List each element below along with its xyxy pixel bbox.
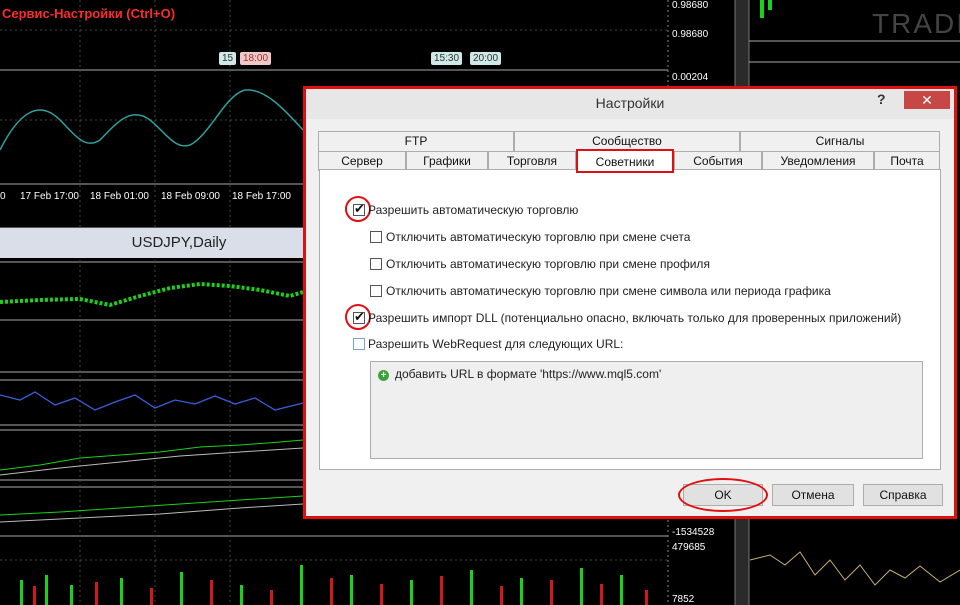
price-label: 7852: [672, 594, 695, 605]
broker-watermark: TRADI: [872, 8, 960, 39]
tab-signals[interactable]: Сигналы: [740, 131, 940, 151]
time-label: 18 Feb 09:00: [161, 191, 220, 202]
dialog-titlebar[interactable]: Настройки ? ✕: [306, 89, 954, 119]
allow-webrequest-checkbox[interactable]: [353, 338, 365, 350]
highlight-ring: [678, 478, 768, 512]
disable-on-account-change-label: Отключить автоматическую торговлю при см…: [386, 230, 691, 244]
webrequest-url-list[interactable]: + добавить URL в формате 'https://www.mq…: [370, 361, 923, 459]
tab-trading[interactable]: Торговля: [488, 151, 576, 171]
add-url-item[interactable]: добавить URL в формате 'https://www.mql5…: [395, 367, 661, 381]
time-tag: 15: [219, 52, 237, 65]
chart-window-title[interactable]: USDJPY,Daily: [0, 228, 303, 258]
time-label: 17 Feb 17:00: [20, 191, 79, 202]
tab-row-bottom: Сервер Графики Торговля Советники Событи…: [318, 149, 942, 173]
dialog-title: Настройки: [595, 95, 665, 111]
cancel-button[interactable]: Отмена: [772, 484, 854, 506]
time-tag: 18:00: [240, 52, 272, 65]
price-label: 0.98680: [672, 0, 709, 11]
tab-row-top: FTP Сообщество Сигналы: [318, 131, 942, 151]
time-tag: 15:30: [431, 52, 463, 65]
close-button[interactable]: ✕: [904, 91, 950, 109]
tab-expert-advisors[interactable]: Советники: [576, 149, 674, 173]
tab-mail[interactable]: Почта: [874, 151, 940, 171]
tab-ftp[interactable]: FTP: [318, 131, 514, 151]
price-label: 0.00204: [672, 72, 709, 83]
disable-on-profile-change-label: Отключить автоматическую торговлю при см…: [386, 257, 710, 271]
tab-community[interactable]: Сообщество: [514, 131, 740, 151]
disable-on-symbol-change-checkbox[interactable]: [370, 285, 382, 297]
menu-shortcut-caption: Сервис-Настройки (Ctrl+O): [2, 6, 176, 21]
help-button[interactable]: Справка: [863, 484, 943, 506]
time-label: 18 Feb 17:00: [232, 191, 291, 202]
disable-on-account-change-checkbox[interactable]: [370, 231, 382, 243]
tab-events[interactable]: События: [674, 151, 762, 171]
tab-notifications[interactable]: Уведомления: [762, 151, 874, 171]
time-tag: 20:00: [470, 52, 502, 65]
price-label: 0.98680: [672, 29, 709, 40]
plus-circle-icon[interactable]: +: [378, 370, 389, 381]
allow-autotrading-label: Разрешить автоматическую торговлю: [368, 203, 579, 217]
price-label: -1534528: [672, 527, 715, 538]
allow-dll-import-label: Разрешить импорт DLL (потенциально опасн…: [368, 311, 902, 325]
tab-charts[interactable]: Графики: [406, 151, 488, 171]
time-label: 18 Feb 01:00: [90, 191, 149, 202]
price-label: 479685: [672, 542, 706, 553]
time-label: 0: [0, 191, 6, 202]
tab-server[interactable]: Сервер: [318, 151, 406, 171]
settings-dialog: Настройки ? ✕ FTP Сообщество Сигналы Сер…: [303, 86, 957, 519]
help-icon[interactable]: ?: [877, 91, 886, 107]
disable-on-profile-change-checkbox[interactable]: [370, 258, 382, 270]
allow-webrequest-label: Разрешить WebRequest для следующих URL:: [368, 337, 624, 351]
disable-on-symbol-change-label: Отключить автоматическую торговлю при см…: [386, 284, 831, 298]
expert-advisors-panel: Разрешить автоматическую торговлю Отключ…: [319, 169, 941, 470]
